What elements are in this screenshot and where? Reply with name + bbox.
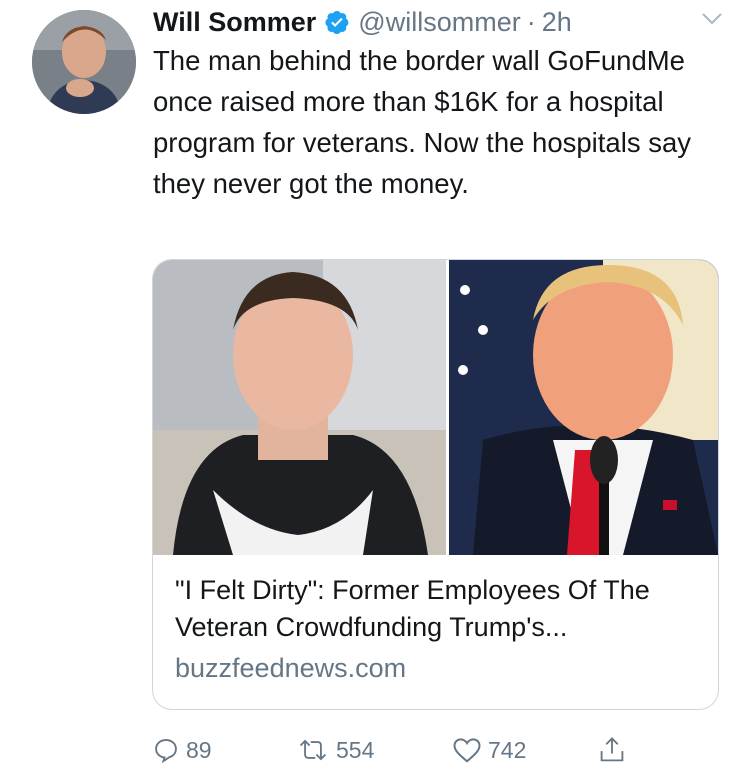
retweet-count: 554 — [336, 736, 375, 763]
retweet-icon — [299, 739, 327, 761]
card-title[interactable]: "I Felt Dirty": Former Employees Of The … — [175, 572, 700, 646]
link-card[interactable]: "I Felt Dirty": Former Employees Of The … — [152, 259, 719, 710]
card-image — [153, 260, 718, 555]
like-count: 742 — [488, 736, 527, 763]
tweet-text: The man behind the border wall GoFundMe … — [153, 45, 692, 199]
display-name[interactable]: Will Sommer — [153, 7, 316, 38]
chevron-down-icon[interactable] — [701, 12, 723, 26]
tweet-actions: 89 554 742 — [152, 733, 632, 767]
avatar[interactable] — [32, 10, 136, 114]
timestamp[interactable]: 2h — [542, 7, 572, 38]
reply-count: 89 — [186, 736, 212, 763]
verified-badge-icon — [324, 9, 350, 35]
retweet-button[interactable]: 554 — [296, 733, 374, 767]
share-button[interactable] — [598, 733, 626, 767]
reply-icon — [155, 739, 177, 764]
heart-icon — [453, 738, 481, 763]
tweet-header: Will Sommer @willsommer · 2h — [153, 2, 572, 42]
separator-dot: · — [526, 6, 536, 37]
card-domain[interactable]: buzzfeednews.com — [175, 653, 406, 684]
handle[interactable]: @willsommer — [358, 7, 520, 38]
share-icon — [600, 737, 624, 762]
reply-button[interactable]: 89 — [152, 733, 212, 767]
like-button[interactable]: 742 — [452, 733, 526, 767]
